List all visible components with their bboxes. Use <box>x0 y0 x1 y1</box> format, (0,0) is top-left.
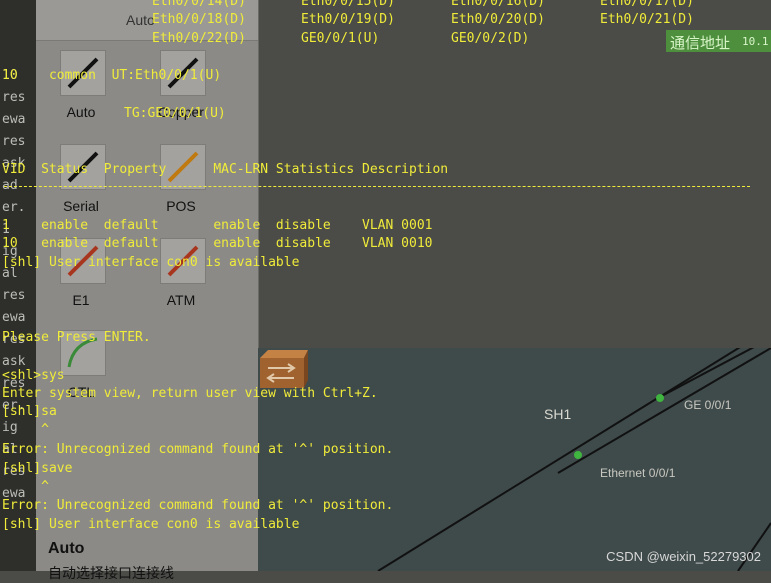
address-label: 通信地址 <box>670 35 731 52</box>
terminal-line: Error: Unrecognized command found at '^'… <box>2 498 394 513</box>
device-label[interactable]: SH1 <box>544 406 571 422</box>
tool-label: Auto <box>66 104 96 120</box>
tool-auto[interactable]: Auto <box>36 46 116 126</box>
table-header: VID Status Property MAC-LRN Statistics D… <box>2 162 449 177</box>
watermark: CSDN @weixin_52279302 <box>606 549 761 564</box>
tool-pos[interactable]: POS <box>136 140 216 220</box>
tool-label: POS <box>166 198 196 214</box>
console-fragment: ewa <box>2 310 26 325</box>
console-fragment: ask <box>2 354 26 369</box>
eth-port-dot <box>574 451 582 459</box>
console-fragment: res <box>2 90 26 105</box>
terminal-line: <shl>sys <box>2 368 65 383</box>
terminal-line: [shl]sa <box>2 404 57 419</box>
tool-label: E1 <box>72 292 90 308</box>
topology-canvas[interactable]: SH1 GE 0/0/1 Ethernet 0/0/1 <box>258 348 771 571</box>
cable-palette-panel: Auto Auto Copper Serial POS E1 ATM CTL A… <box>36 0 259 581</box>
tg-row: TG:GE0/0/1(U) <box>124 106 226 121</box>
console-fragment: ewa <box>2 112 26 127</box>
port-row-1: Eth0/0/14(D) <box>152 0 246 9</box>
terminal-line: ^ <box>2 422 49 437</box>
port-row-2: Eth0/0/18(D) <box>152 12 246 27</box>
tool-label: Serial <box>63 198 99 214</box>
address-strip: 通信地址 10.1 <box>666 30 771 52</box>
terminal-line: ^ <box>2 479 49 494</box>
port-row-3: Eth0/0/22(D) <box>152 31 246 46</box>
link-ge[interactable] <box>557 348 771 474</box>
eth-port-label: Ethernet 0/0/1 <box>600 466 676 480</box>
terminal-line: Please Press ENTER. <box>2 330 151 345</box>
console-fragment: er. <box>2 200 26 215</box>
terminal-line: Enter system view, return user view with… <box>2 386 378 401</box>
terminal-line: [shl] User interface con0 is available <box>2 517 300 532</box>
table-divider <box>4 186 750 187</box>
table-row: 10 enable default enable disable VLAN 00… <box>2 236 433 251</box>
table-row: 1 enable default enable disable VLAN 000… <box>2 218 433 233</box>
console-fragment: res <box>2 134 26 149</box>
ge-port-dot <box>656 394 664 402</box>
selected-tool-description: 自动选择接口连接线 <box>48 565 174 581</box>
terminal-line: [shl]save <box>2 461 73 476</box>
tool-label: ATM <box>166 292 196 308</box>
topology-links <box>377 348 771 571</box>
ge-port-label: GE 0/0/1 <box>684 398 732 412</box>
address-value: 10.1 <box>742 35 769 48</box>
palette-header-title: Auto <box>126 12 155 28</box>
terminal-line: Error: Unrecognized command found at '^'… <box>2 442 394 457</box>
selected-tool-title: Auto <box>48 540 85 557</box>
tool-serial[interactable]: Serial <box>36 140 116 220</box>
vlan-row: 10 common UT:Eth0/0/1(U) <box>2 68 222 83</box>
terminal-line: [shl] User interface con0 is available <box>2 255 300 270</box>
console-fragment: res <box>2 288 26 303</box>
